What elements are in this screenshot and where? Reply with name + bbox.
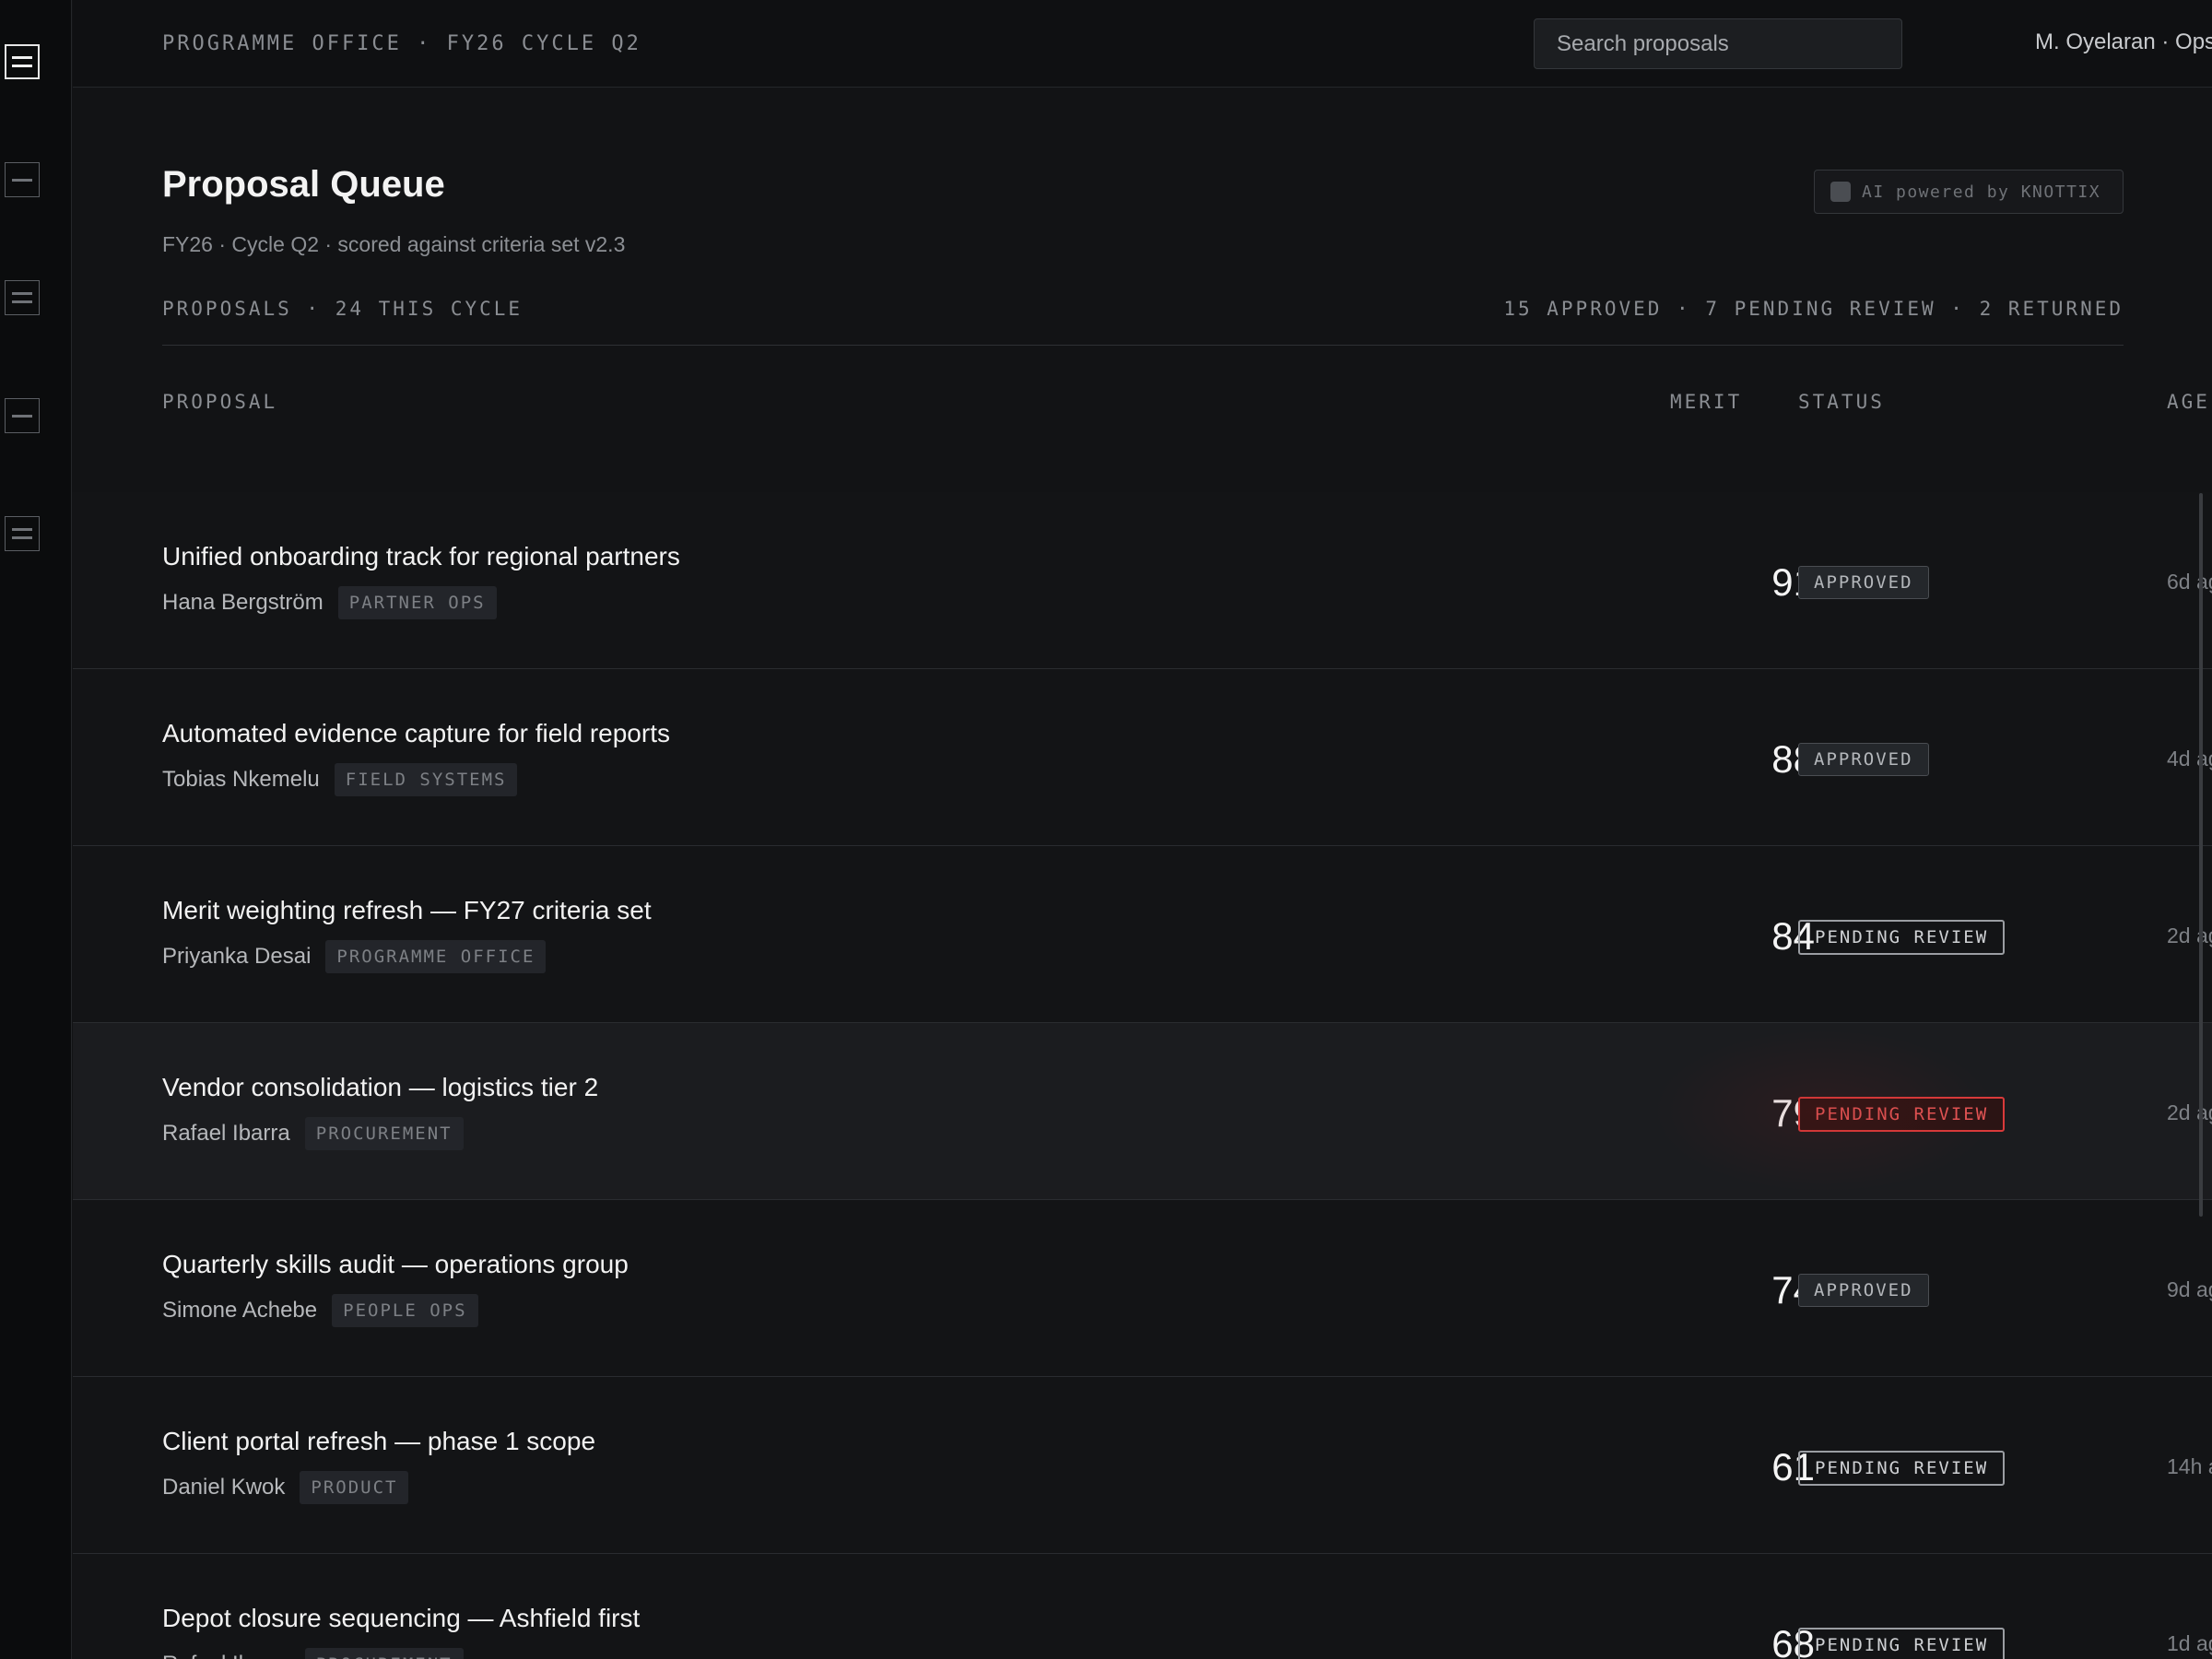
department-tag: PROGRAMME OFFICE	[325, 940, 547, 973]
column-header-proposal[interactable]: PROPOSAL	[162, 391, 277, 413]
status-badge: APPROVED	[1798, 566, 1929, 599]
merit-score: 88	[1771, 737, 1815, 781]
status-badge: PENDING REVIEW	[1798, 1628, 2006, 1659]
merit-score: 61	[1771, 1445, 1815, 1488]
merit-score: 68	[1771, 1622, 1815, 1659]
proposal-owner: Rafael Ibarra	[162, 1652, 290, 1659]
proposal-owner: Priyanka Desai	[162, 944, 312, 969]
proposal-title[interactable]: Client portal refresh — phase 1 scope	[162, 1427, 595, 1456]
department-tag: PROCUREMENT	[304, 1648, 464, 1659]
proposal-title[interactable]: Quarterly skills audit — operations grou…	[162, 1250, 629, 1279]
page-title: Proposal Queue	[162, 164, 445, 205]
status-badge: PENDING REVIEW	[1798, 1451, 2006, 1486]
proposal-owner: Rafael Ibarra	[162, 1121, 290, 1146]
proposal-count: PROPOSALS · 24 THIS CYCLE	[162, 298, 524, 320]
list-scrollbar[interactable]	[2199, 493, 2203, 1217]
proposal-meta: Daniel Kwok PRODUCT	[162, 1471, 409, 1504]
menu-icon	[12, 56, 32, 59]
proposal-age: 1d ago	[2167, 1631, 2212, 1655]
column-header-status[interactable]: STATUS	[1798, 391, 1885, 413]
proposal-meta: Rafael Ibarra PROCUREMENT	[162, 1117, 464, 1150]
proposal-age: 2d ago	[2167, 1100, 2212, 1124]
proposal-title[interactable]: Vendor consolidation — logistics tier 2	[162, 1073, 598, 1102]
proposal-owner: Simone Achebe	[162, 1298, 318, 1323]
ai-logo-icon	[1830, 182, 1851, 202]
breadcrumb: PROGRAMME OFFICE · FY26 CYCLE Q2	[162, 32, 641, 55]
column-header-merit[interactable]: MERIT	[1670, 391, 1742, 413]
menu-icon	[12, 414, 32, 418]
proposal-age: 9d ago	[2167, 1277, 2212, 1301]
rail-item-queue[interactable]	[5, 162, 40, 197]
department-tag: PRODUCT	[300, 1471, 409, 1504]
proposal-meta: Tobias Nkemelu FIELD SYSTEMS	[162, 763, 518, 796]
status-badge: PENDING REVIEW	[1798, 1097, 2006, 1132]
left-rail	[0, 0, 72, 1659]
table-row[interactable]: Quarterly skills audit — operations grou…	[73, 1200, 2212, 1377]
search-input[interactable]	[1534, 18, 1902, 69]
menu-icon	[12, 528, 32, 531]
proposal-meta: Simone Achebe PEOPLE OPS	[162, 1294, 478, 1327]
proposal-owner: Daniel Kwok	[162, 1475, 286, 1500]
ai-badge-label: AI powered by KNOTTIX	[1862, 182, 2101, 202]
proposal-title[interactable]: Automated evidence capture for field rep…	[162, 719, 670, 748]
rail-item-review[interactable]	[5, 398, 40, 433]
proposal-list: Unified onboarding track for regional pa…	[73, 492, 2212, 1659]
department-tag: PROCUREMENT	[304, 1117, 464, 1150]
table-row[interactable]: Automated evidence capture for field rep…	[73, 669, 2212, 846]
proposal-title[interactable]: Unified onboarding track for regional pa…	[162, 542, 680, 571]
ai-powered-badge: AI powered by KNOTTIX	[1814, 170, 2124, 214]
page-subtitle: FY26 · Cycle Q2 · scored against criteri…	[162, 232, 626, 256]
header-divider	[162, 345, 2124, 346]
status-summary: 15 APPROVED · 7 PENDING REVIEW · 2 RETUR…	[1503, 298, 2124, 320]
rail-item-list[interactable]	[5, 280, 40, 315]
app-window: PROGRAMME OFFICE · FY26 CYCLE Q2 M. Oyel…	[0, 0, 2212, 1659]
table-row[interactable]: Client portal refresh — phase 1 scope Da…	[73, 1377, 2212, 1554]
proposal-title[interactable]: Merit weighting refresh — FY27 criteria …	[162, 896, 652, 925]
merit-score: 91	[1771, 560, 1815, 604]
status-badge: APPROVED	[1798, 743, 1929, 776]
proposal-meta: Rafael Ibarra PROCUREMENT	[162, 1648, 464, 1659]
column-header-age[interactable]: AGE	[2167, 391, 2210, 413]
table-row[interactable]: Unified onboarding track for regional pa…	[73, 492, 2212, 669]
status-badge: PENDING REVIEW	[1798, 920, 2006, 955]
rail-item-archive[interactable]	[5, 516, 40, 551]
table-row[interactable]: Depot closure sequencing — Ashfield firs…	[73, 1554, 2212, 1659]
merit-score: 74	[1771, 1268, 1815, 1312]
table-row[interactable]: Merit weighting refresh — FY27 criteria …	[73, 846, 2212, 1023]
proposal-age: 14h ago	[2167, 1454, 2212, 1478]
rail-item-home[interactable]	[5, 44, 40, 79]
proposal-title[interactable]: Depot closure sequencing — Ashfield firs…	[162, 1604, 640, 1633]
department-tag: PARTNER OPS	[337, 586, 497, 619]
status-badge: APPROVED	[1798, 1274, 1929, 1307]
menu-icon	[12, 178, 32, 182]
department-tag: FIELD SYSTEMS	[334, 763, 518, 796]
user-menu[interactable]: M. Oyelaran · Ops	[2035, 29, 2212, 55]
merit-score: 84	[1771, 914, 1815, 958]
proposal-owner: Hana Bergström	[162, 590, 324, 615]
table-row[interactable]: Vendor consolidation — logistics tier 2 …	[73, 1023, 2212, 1200]
proposal-age: 2d ago	[2167, 924, 2212, 947]
top-bar: PROGRAMME OFFICE · FY26 CYCLE Q2 M. Oyel…	[73, 0, 2212, 88]
department-tag: PEOPLE OPS	[332, 1294, 478, 1327]
menu-icon	[12, 292, 32, 295]
proposal-age: 6d ago	[2167, 570, 2212, 594]
proposal-meta: Hana Bergström PARTNER OPS	[162, 586, 497, 619]
proposal-age: 4d ago	[2167, 747, 2212, 771]
proposal-owner: Tobias Nkemelu	[162, 767, 320, 792]
merit-score: 79	[1771, 1091, 1815, 1135]
proposal-meta: Priyanka Desai PROGRAMME OFFICE	[162, 940, 547, 973]
